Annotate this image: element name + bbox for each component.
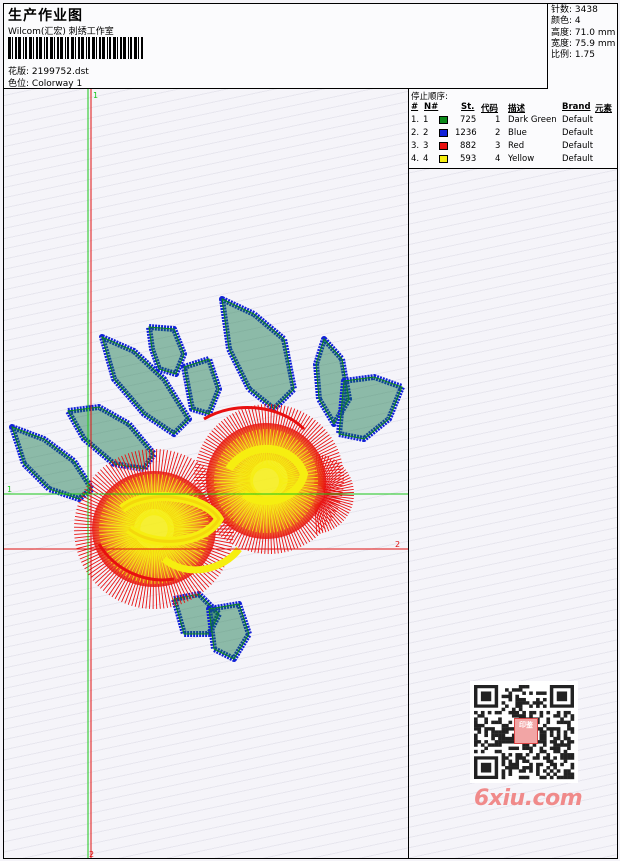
colorway: 色位: Colorway 1: [8, 76, 82, 89]
guide-v2-label: 2: [89, 850, 94, 858]
worksheet-header: 生产作业图 Wilcom(汇宏) 刺绣工作室 花版: 2199752.dst 色…: [4, 4, 617, 89]
col-header-element: 元素: [595, 104, 613, 114]
row-stitches: 882: [460, 141, 477, 151]
stat-height-value: 71.0 mm: [574, 27, 616, 38]
row-code: 1: [495, 115, 501, 125]
row-brand: Default: [562, 128, 594, 138]
row-description: Dark Green: [508, 115, 557, 125]
row-index: 1.: [411, 115, 420, 125]
stat-height: 高度: 71.0 mm: [551, 28, 617, 39]
stat-colors-value: 4: [574, 16, 581, 27]
row-stitches: 593: [460, 154, 477, 164]
col-header-description: 描述: [508, 104, 526, 114]
embroidery-design: 1 2 1 2: [4, 89, 408, 858]
row-index: 3.: [411, 141, 420, 151]
color-swatch: [439, 116, 448, 124]
stop-sequence-title: 停止顺序:: [411, 92, 448, 102]
stat-colors-label: 颜色:: [551, 16, 573, 27]
guide-h2-label: 2: [395, 540, 400, 549]
row-index: 4.: [411, 154, 420, 164]
page-title: 生产作业图: [8, 8, 83, 24]
stat-stitches-label: 针数:: [551, 5, 573, 15]
col-header-code: 代码: [481, 104, 499, 114]
color-swatch: [439, 155, 448, 163]
qr-stamp-logo: 印鉴: [514, 718, 538, 744]
stat-width-label: 宽度:: [551, 38, 573, 49]
color-swatch: [439, 142, 448, 150]
design-preview-canvas[interactable]: 1 2 1 2: [4, 89, 409, 858]
row-description: Red: [508, 141, 525, 151]
col-header-brand: Brand: [562, 102, 591, 112]
row-n: 2: [423, 128, 429, 138]
row-code: 3: [495, 141, 501, 151]
col-header-n: N#: [424, 102, 439, 112]
stat-scale-value: 1.75: [574, 50, 595, 61]
row-code: 2: [495, 128, 501, 138]
row-brand: Default: [562, 141, 594, 151]
row-n: 4: [423, 154, 429, 164]
stat-height-label: 高度:: [551, 27, 573, 38]
row-n: 1: [423, 115, 429, 125]
colorway-name: Colorway 1: [31, 79, 83, 89]
stat-width: 宽度: 75.9 mm: [551, 39, 617, 50]
row-n: 3: [423, 141, 429, 151]
stat-scale: 比例: 1.75: [551, 50, 617, 61]
row-index: 2.: [411, 128, 420, 138]
row-stitches: 725: [460, 115, 477, 125]
watermark-logo: 6xiu.com: [474, 786, 583, 811]
col-header-index: #: [411, 102, 419, 112]
stat-width-value: 75.9 mm: [574, 38, 616, 49]
company-name: Wilcom(汇宏) 刺绣工作室: [8, 27, 114, 37]
stat-stitches-value: 3438: [574, 5, 598, 15]
design-stats: 针数: 3438 颜色: 4 高度: 71.0 mm 宽度: 75.9 mm 比…: [547, 4, 617, 89]
row-brand: Default: [562, 154, 594, 164]
barcode: [8, 37, 143, 59]
col-header-stitches: St.: [461, 102, 475, 112]
row-description: Blue: [508, 128, 527, 138]
stat-scale-label: 比例:: [551, 50, 573, 61]
guide-h1-label: 1: [7, 485, 12, 494]
stat-stitches: 针数: 3438: [551, 5, 617, 16]
stat-colors: 颜色: 4: [551, 16, 617, 27]
row-brand: Default: [562, 115, 594, 125]
colorway-label: 色位:: [8, 79, 30, 89]
guide-v1-label: 1: [93, 91, 98, 100]
color-swatch: [439, 129, 448, 137]
row-description: Yellow: [508, 154, 535, 164]
row-code: 4: [495, 154, 501, 164]
row-stitches: 1236: [455, 128, 477, 138]
stop-sequence-panel: 停止顺序: # N# St. 代码 描述 Brand 元素 1. 1 725 1…: [409, 89, 617, 169]
